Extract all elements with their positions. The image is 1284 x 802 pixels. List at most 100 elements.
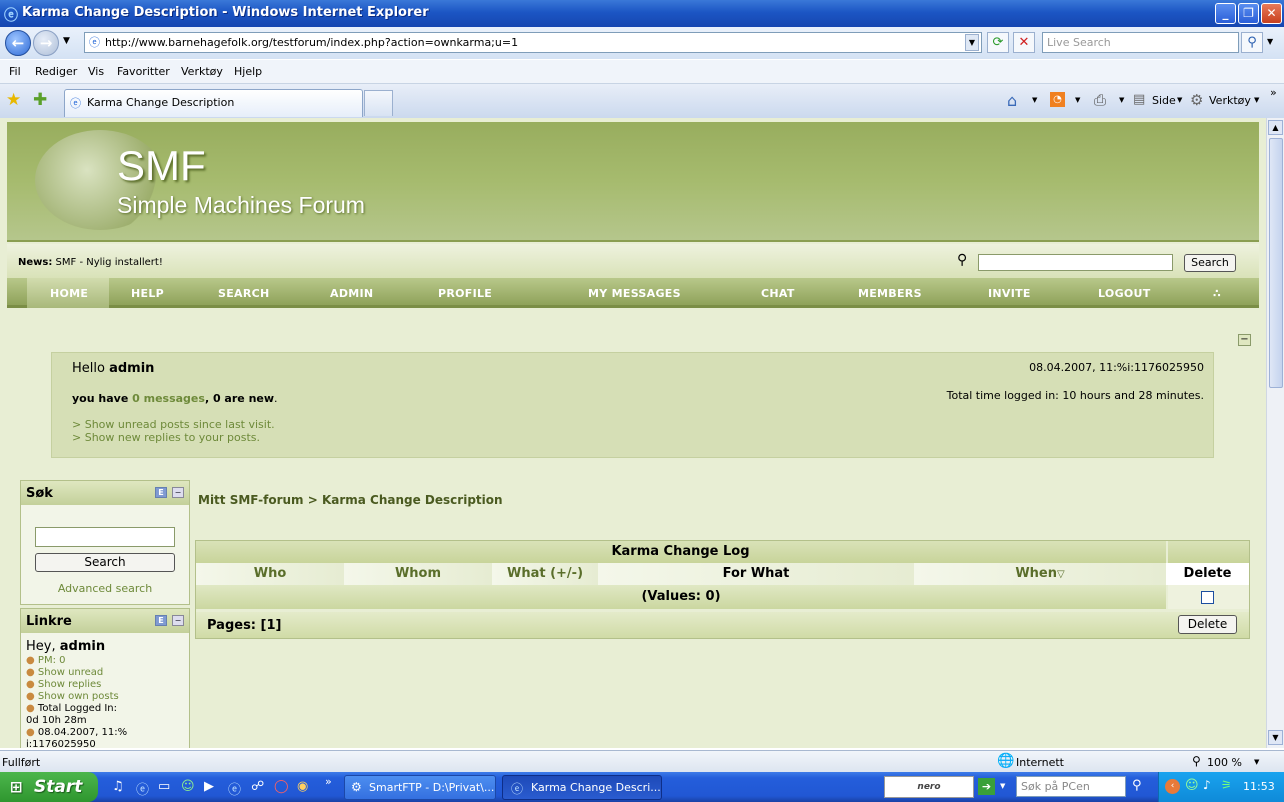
- tray-messenger-icon[interactable]: ☺: [1185, 778, 1199, 793]
- start-button[interactable]: ⊞ Start: [0, 772, 98, 802]
- feeds-icon[interactable]: ◔: [1050, 92, 1065, 107]
- show-replies-link[interactable]: > Show new replies to your posts.: [72, 431, 260, 444]
- tray-back-icon[interactable]: ‹: [1165, 779, 1180, 794]
- home-icon[interactable]: ⌂: [1007, 91, 1017, 110]
- quicklaunch-media-icon[interactable]: ▶: [204, 779, 214, 794]
- scroll-thumb[interactable]: [1269, 138, 1283, 388]
- nero-go-button[interactable]: ➔: [978, 778, 995, 795]
- desktop-search-icon[interactable]: ⚲: [1132, 778, 1142, 793]
- print-dropdown-icon[interactable]: ▼: [1119, 96, 1124, 104]
- quicklaunch-itunes-icon[interactable]: ♫: [112, 779, 124, 794]
- col-whom[interactable]: Whom: [344, 563, 492, 585]
- new-tab-button[interactable]: [364, 90, 393, 116]
- vertical-scrollbar[interactable]: ▲ ▼: [1266, 118, 1284, 748]
- tray-wifi-icon[interactable]: ⚞: [1221, 778, 1232, 792]
- quicklaunch-app-icon[interactable]: ◉: [297, 779, 308, 794]
- nav-invite[interactable]: INVITE: [988, 287, 1031, 300]
- forum-search-button[interactable]: Search: [1184, 254, 1236, 272]
- tools-dropdown-icon[interactable]: ▼: [1254, 96, 1259, 104]
- nav-chat[interactable]: CHAT: [761, 287, 795, 300]
- col-when[interactable]: When▽: [914, 563, 1166, 585]
- quicklaunch-more-icon[interactable]: »: [325, 775, 332, 788]
- favorites-star-icon[interactable]: ★: [6, 90, 21, 110]
- show-replies-side-link[interactable]: Show replies: [38, 679, 101, 690]
- desktop-search-input[interactable]: Søk på PCen: [1016, 776, 1126, 797]
- quicklaunch-ie-icon[interactable]: ⓔ: [136, 779, 149, 798]
- maximize-button[interactable]: ❐: [1238, 3, 1259, 24]
- nav-help[interactable]: HELP: [131, 287, 164, 300]
- pages-text[interactable]: Pages: [1]: [207, 618, 281, 633]
- print-icon[interactable]: ⎙: [1094, 91, 1106, 109]
- col-what[interactable]: What (+/-): [492, 563, 598, 585]
- quicklaunch-opera-icon[interactable]: ◯: [274, 779, 289, 794]
- add-favorite-icon[interactable]: ✚: [33, 90, 47, 110]
- pm-link[interactable]: PM: 0: [38, 655, 66, 666]
- refresh-button[interactable]: ⟳: [987, 32, 1009, 53]
- edit-icon[interactable]: E: [155, 615, 167, 626]
- nav-search[interactable]: SEARCH: [218, 287, 270, 300]
- menu-rediger[interactable]: Rediger: [35, 65, 77, 78]
- nav-logout[interactable]: LOGOUT: [1098, 287, 1151, 300]
- nav-admin[interactable]: ADMIN: [330, 287, 373, 300]
- tray-volume-icon[interactable]: ♪: [1203, 778, 1211, 792]
- sok-search-input[interactable]: [35, 527, 175, 547]
- nav-home[interactable]: HOME: [50, 287, 88, 300]
- zoom-dropdown-icon[interactable]: ▼: [1254, 758, 1259, 766]
- url-dropdown-icon[interactable]: ▼: [965, 34, 979, 51]
- history-dropdown-icon[interactable]: ▼: [63, 36, 70, 46]
- home-dropdown-icon[interactable]: ▼: [1032, 96, 1037, 104]
- tab-karma-change[interactable]: ⓔ Karma Change Description: [64, 89, 363, 117]
- feeds-dropdown-icon[interactable]: ▼: [1075, 96, 1080, 104]
- list-item[interactable]: ● Show replies: [26, 679, 127, 691]
- nav-profile[interactable]: PROFILE: [438, 287, 492, 300]
- scroll-up-icon[interactable]: ▲: [1268, 120, 1283, 135]
- list-item[interactable]: ● Show unread: [26, 667, 127, 679]
- col-who[interactable]: Who: [196, 563, 344, 585]
- menu-vis[interactable]: Vis: [88, 65, 104, 78]
- delete-button[interactable]: Delete: [1178, 615, 1237, 634]
- menu-favoritter[interactable]: Favoritter: [117, 65, 170, 78]
- quicklaunch-ie2-icon[interactable]: ⓔ: [228, 779, 241, 798]
- nav-my-messages[interactable]: MY MESSAGES: [588, 287, 681, 300]
- zoom-level[interactable]: 100 %: [1207, 756, 1242, 769]
- page-menu[interactable]: Side: [1152, 94, 1176, 107]
- page-dropdown-icon[interactable]: ▼: [1177, 96, 1182, 104]
- list-item[interactable]: ● Show own posts: [26, 691, 127, 703]
- search-options-icon[interactable]: ▼: [1267, 37, 1273, 46]
- show-unread-side-link[interactable]: Show unread: [38, 667, 103, 678]
- menu-verktoy[interactable]: Verktøy: [181, 65, 223, 78]
- quicklaunch-desktop-icon[interactable]: ▭: [158, 779, 170, 794]
- messages-link[interactable]: 0 messages: [132, 392, 205, 405]
- menu-hjelp[interactable]: Hjelp: [234, 65, 262, 78]
- select-all-checkbox[interactable]: [1201, 591, 1214, 604]
- advanced-search-link[interactable]: Advanced search: [21, 582, 189, 595]
- sok-search-button[interactable]: Search: [35, 553, 175, 572]
- nav-members[interactable]: MEMBERS: [858, 287, 922, 300]
- live-search-input[interactable]: Live Search: [1042, 32, 1239, 53]
- menu-fil[interactable]: Fil: [9, 65, 21, 78]
- show-own-posts-link[interactable]: Show own posts: [38, 691, 119, 702]
- collapse-icon[interactable]: −: [172, 487, 184, 498]
- forum-search-input[interactable]: [978, 254, 1173, 271]
- scroll-down-icon[interactable]: ▼: [1268, 730, 1283, 745]
- quicklaunch-network-icon[interactable]: ☍: [251, 779, 264, 794]
- edit-icon[interactable]: E: [155, 487, 167, 498]
- show-unread-link[interactable]: > Show unread posts since last visit.: [72, 418, 275, 431]
- tools-menu[interactable]: Verktøy: [1209, 94, 1251, 107]
- more-chevron-icon[interactable]: »: [1270, 86, 1277, 99]
- back-button[interactable]: ←: [5, 30, 31, 56]
- minimize-button[interactable]: _: [1215, 3, 1236, 24]
- collapse-upshrink-icon[interactable]: −: [1238, 334, 1251, 346]
- nero-dropdown-icon[interactable]: ▼: [1000, 782, 1005, 790]
- collapse-icon[interactable]: −: [172, 615, 184, 626]
- task-karma-ie[interactable]: ⓔ Karma Change Descri...: [502, 775, 662, 800]
- search-icon[interactable]: ⚲: [1241, 32, 1263, 53]
- breadcrumb[interactable]: Mitt SMF-forum > Karma Change Descriptio…: [198, 493, 503, 507]
- task-smartftp[interactable]: ⚙ SmartFTP - D:\Privat\...: [344, 775, 496, 800]
- forward-button[interactable]: →: [33, 30, 59, 56]
- stop-button[interactable]: ✕: [1013, 32, 1035, 53]
- close-button[interactable]: ✕: [1261, 3, 1282, 24]
- quicklaunch-messenger-icon[interactable]: ☺: [181, 779, 195, 794]
- url-input[interactable]: ⓔ http://www.barnehagefolk.org/testforum…: [84, 32, 982, 53]
- list-item[interactable]: ● PM: 0: [26, 655, 127, 667]
